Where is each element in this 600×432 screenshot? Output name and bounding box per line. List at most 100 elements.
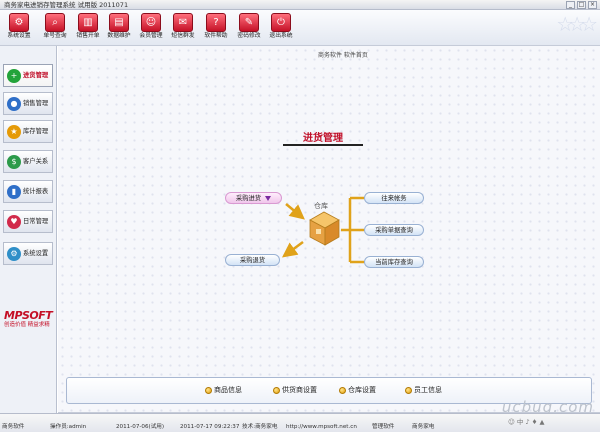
sidebar-item-label: 日常管理 — [23, 217, 49, 225]
link-products[interactable]: 商品信息 — [205, 386, 242, 395]
dollar-icon: $ — [7, 154, 21, 169]
toolbar-label: 销售开单 — [76, 33, 100, 39]
sales-icon: ● — [7, 96, 21, 111]
help-icon: ? — [206, 13, 226, 32]
sidebar: + 进货管理 ● 销售管理 ★ 库存管理 $ 客户关系 ▮ 统计报表 ♥ 日常管… — [0, 46, 57, 413]
main-toolbar: ⚙ 系统设置 ⌕ 单号查询 ▥ 销售开单 ▤ 数据维护 ☺ 会员管理 ✉ 短信群… — [0, 10, 600, 46]
status-operator: 操作员:admin — [50, 424, 87, 430]
status-datetime: 2011-07-17 09:22:37 — [180, 424, 240, 430]
breadcrumb: 商务软件 软件首页 — [318, 52, 368, 59]
status-support: 技术:商务家电 — [242, 424, 278, 430]
mpsoft-logo: MPSOFT 创造价值 精益求精 — [4, 310, 54, 329]
arrow-purchase-in — [285, 203, 305, 220]
toolbar-system-settings-button[interactable]: ⚙ 系统设置 — [4, 13, 34, 43]
toolbar-label: 数据维护 — [107, 33, 131, 39]
link-warehouses[interactable]: 仓库设置 — [339, 386, 376, 395]
sidebar-item-label: 系统设置 — [23, 249, 49, 257]
toolbar-label: 密码修改 — [237, 33, 261, 39]
minimize-button[interactable]: _ — [566, 1, 575, 9]
stock-query-label: 当前库存查询 — [375, 259, 413, 266]
toolbar-sales-button[interactable]: ▥ 销售开单 — [73, 13, 103, 43]
window-title: 商务家电进销存管理系统 试用版 2011071 — [4, 1, 129, 9]
accounts-button[interactable]: 往来帐务 — [364, 192, 424, 204]
purchase-orders-query-button[interactable]: 采购单据查询 — [364, 224, 424, 236]
logo-brand: MPSOFT — [4, 309, 53, 322]
title-underline — [283, 144, 363, 146]
status-bar: ☺ 中 ♪ ♦ ▲ 商务软件 操作员:admin 2011-07-06(试用) … — [0, 413, 600, 432]
report-icon: ▮ — [7, 184, 21, 199]
sidebar-item-label: 销售管理 — [23, 99, 49, 107]
toolbar-exit-button[interactable]: ⏻ 退出系统 — [266, 13, 296, 43]
close-button[interactable]: × — [588, 1, 597, 9]
stock-query-button[interactable]: 当前库存查询 — [364, 256, 424, 268]
toolbar-label: 单号查询 — [43, 33, 67, 39]
decorative-stars: ☆☆☆ — [556, 12, 598, 36]
bullet-icon — [273, 387, 280, 394]
purchase-in-label: 采购进货 — [235, 195, 262, 202]
bullet-icon — [339, 387, 346, 394]
maximize-button[interactable]: □ — [577, 1, 586, 9]
arrow-purchase-return — [281, 240, 304, 258]
sidebar-item-daily[interactable]: ♥ 日常管理 — [3, 210, 53, 233]
toolbar-order-query-button[interactable]: ⌕ 单号查询 — [40, 13, 70, 43]
bullet-icon — [205, 387, 212, 394]
sidebar-item-sales[interactable]: ● 销售管理 — [3, 92, 53, 115]
toolbar-label: 系统设置 — [7, 33, 31, 39]
toolbar-members-button[interactable]: ☺ 会员管理 — [136, 13, 166, 43]
purchase-return-label: 采购退货 — [239, 257, 266, 264]
main-panel: 商务软件 软件首页 进货管理 仓库 采购进货 采购退货 往来帐务 采购单据查询 — [58, 46, 600, 413]
sidebar-item-label: 统计报表 — [23, 187, 49, 195]
sidebar-item-inventory[interactable]: ★ 库存管理 — [3, 120, 53, 143]
plus-icon: + — [7, 68, 21, 83]
toolbar-label: 退出系统 — [269, 33, 293, 39]
bullet-icon — [405, 387, 412, 394]
toolbar-label: 短信群发 — [171, 33, 195, 39]
purchase-orders-query-label: 采购单据查询 — [375, 227, 413, 234]
sidebar-item-settings[interactable]: ⚙ 系统设置 — [3, 242, 53, 265]
toolbar-label: 软件帮助 — [204, 33, 228, 39]
status-label: 管理软件 — [372, 424, 395, 430]
status-app: 商务软件 — [2, 424, 25, 430]
sidebar-item-reports[interactable]: ▮ 统计报表 — [3, 180, 53, 203]
page-title: 进货管理 — [303, 133, 343, 144]
warehouse-box-icon — [309, 211, 340, 246]
star-icon: ★ — [7, 124, 21, 139]
toolbar-label: 会员管理 — [139, 33, 163, 39]
link-label: 供货商设置 — [282, 386, 317, 394]
settings-icon: ⚙ — [7, 246, 21, 261]
chart-icon: ▥ — [78, 13, 98, 32]
gear-icon: ⚙ — [9, 13, 29, 32]
purchase-return-button[interactable]: 采购退货 — [225, 254, 280, 266]
toolbar-password-button[interactable]: ✎ 密码修改 — [234, 13, 264, 43]
link-employees[interactable]: 员工信息 — [405, 386, 442, 395]
link-label: 商品信息 — [214, 386, 242, 394]
toolbar-sms-button[interactable]: ✉ 短信群发 — [168, 13, 198, 43]
purchase-in-button[interactable]: 采购进货 — [225, 192, 282, 204]
sidebar-item-purchase[interactable]: + 进货管理 — [3, 64, 53, 87]
system-tray: ☺ 中 ♪ ♦ ▲ — [508, 418, 545, 426]
link-label: 仓库设置 — [348, 386, 376, 394]
window-controls: _ □ × — [566, 1, 597, 9]
sidebar-item-label: 进货管理 — [23, 71, 49, 79]
logo-tagline: 创造价值 精益求精 — [4, 322, 50, 328]
flow-diagram — [281, 196, 364, 264]
warehouse-label: 仓库 — [314, 202, 328, 210]
heart-icon: ♥ — [7, 214, 21, 229]
toolbar-help-button[interactable]: ? 软件帮助 — [201, 13, 231, 43]
sidebar-item-label: 客户关系 — [23, 157, 49, 165]
lock-icon: ✎ — [239, 13, 259, 32]
accounts-label: 往来帐务 — [381, 195, 407, 202]
sidebar-item-customers[interactable]: $ 客户关系 — [3, 150, 53, 173]
status-edition: 商务家电 — [412, 424, 435, 430]
magnifier-icon: ⌕ — [45, 13, 65, 32]
sidebar-item-label: 库存管理 — [23, 127, 49, 135]
bracket-connector — [341, 196, 364, 264]
dropdown-arrow-icon — [265, 195, 272, 201]
link-suppliers[interactable]: 供货商设置 — [273, 386, 317, 395]
members-icon: ☺ — [141, 13, 161, 32]
toolbar-data-maintenance-button[interactable]: ▤ 数据维护 — [104, 13, 134, 43]
status-license: 2011-07-06(试用) — [116, 424, 165, 430]
window-title-bar: 商务家电进销存管理系统 试用版 2011071 _ □ × — [0, 0, 600, 10]
link-label: 员工信息 — [414, 386, 442, 394]
status-website[interactable]: http://www.mpsoft.net.cn — [286, 424, 357, 431]
